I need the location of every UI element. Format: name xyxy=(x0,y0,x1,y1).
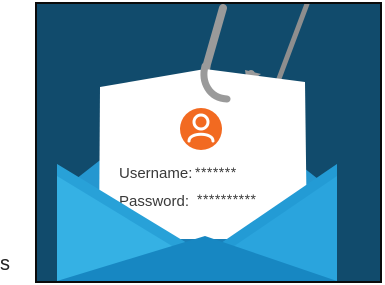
stray-text: s xyxy=(0,253,10,275)
password-label: Password: xyxy=(119,193,189,210)
illustration-canvas: Username: ******* Password: ********** xyxy=(37,4,380,281)
username-value: ******* xyxy=(195,164,237,180)
username-label: Username: xyxy=(119,165,192,182)
user-avatar-icon xyxy=(180,108,222,150)
phishing-illustration: Username: ******* Password: ********** xyxy=(35,2,382,283)
password-value: ********** xyxy=(197,191,257,207)
page: s Username: ******* Password: ********** xyxy=(0,0,385,285)
